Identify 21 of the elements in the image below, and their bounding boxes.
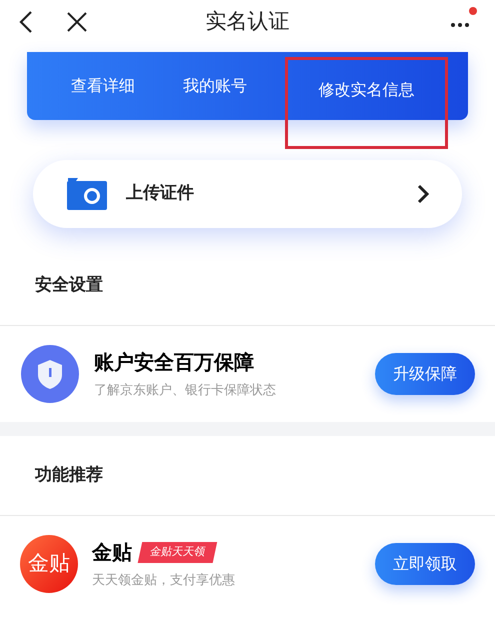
banner-link[interactable]: 查看详细 (71, 76, 135, 95)
close-icon[interactable] (66, 11, 88, 33)
section-title: 功能推荐 (35, 464, 103, 487)
banner-link[interactable]: 修改实名信息 (318, 78, 414, 102)
camera-icon (66, 177, 108, 211)
item-title: 金贴 (92, 539, 132, 566)
banner-link[interactable]: 我的账号 (183, 76, 247, 95)
item-title: 账户安全百万保障 (94, 349, 254, 376)
shield-icon (20, 344, 80, 404)
action-button[interactable]: 立即领取 (375, 543, 475, 585)
page-title: 实名认证 (206, 8, 290, 36)
upload-label: 上传证件 (126, 182, 194, 206)
chevron-right-icon (417, 184, 429, 204)
item-subtitle: 天天领金贴，支付享优惠 (92, 572, 235, 590)
back-icon[interactable] (18, 10, 34, 34)
upload-card[interactable]: 上传证件 (33, 160, 462, 228)
promo-tag: 金贴天天领 (138, 542, 218, 562)
action-button[interactable]: 升级保障 (375, 353, 475, 395)
coupon-icon: 金贴 (20, 535, 78, 593)
item-subtitle: 了解京东账户、银行卡保障状态 (94, 382, 276, 400)
section-title: 安全设置 (35, 274, 103, 297)
